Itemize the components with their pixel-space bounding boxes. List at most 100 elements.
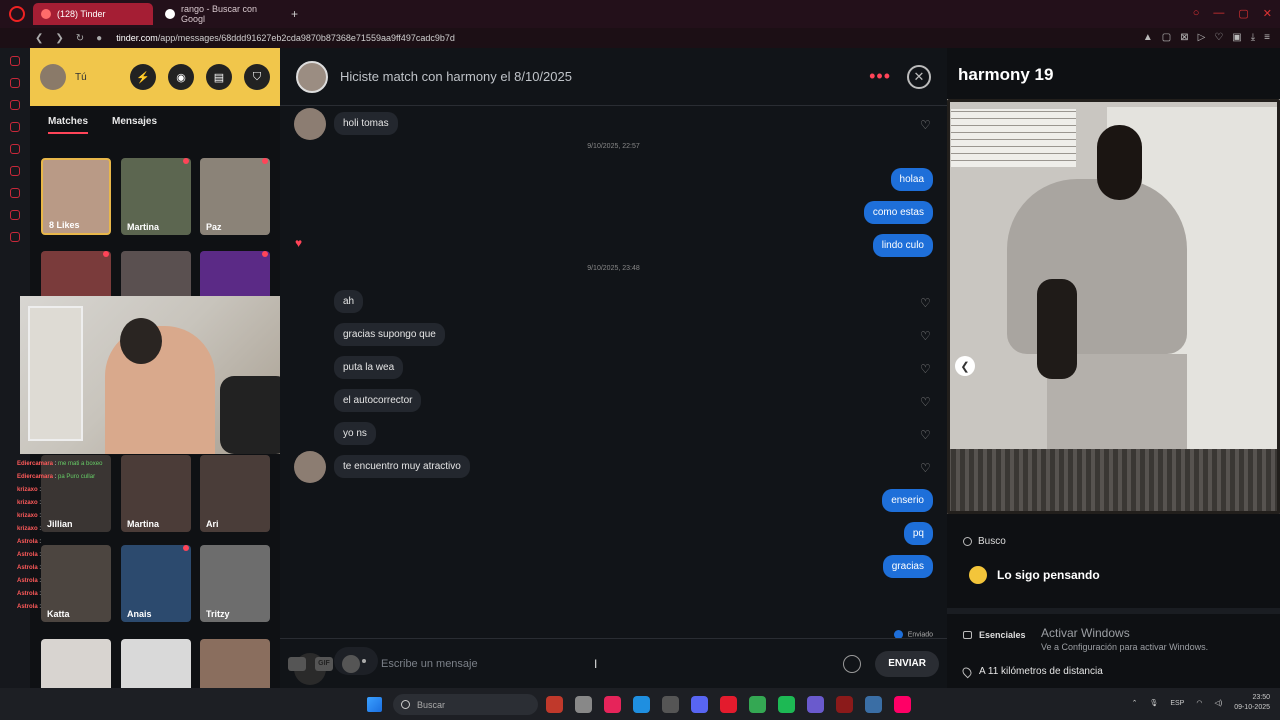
- spotify-icon[interactable]: [342, 654, 360, 673]
- received-message[interactable]: yo ns: [334, 422, 376, 445]
- store-icon[interactable]: [865, 696, 882, 713]
- sent-message[interactable]: gracias: [882, 555, 933, 578]
- match-card[interactable]: Anais: [121, 545, 191, 622]
- windows-start-icon[interactable]: [367, 697, 382, 712]
- instagram-icon[interactable]: [10, 122, 20, 132]
- match-card[interactable]: Paz: [200, 158, 270, 235]
- previous-photo-icon[interactable]: ❮: [955, 356, 975, 376]
- reload-icon[interactable]: ↻: [76, 33, 84, 44]
- taskbar-search[interactable]: Buscar: [393, 694, 538, 715]
- chat-line: Ediercamara : me mati a boxeo: [17, 461, 103, 467]
- sender-avatar[interactable]: [294, 451, 326, 483]
- received-message[interactable]: puta la wea: [334, 356, 404, 379]
- received-message[interactable]: te encuentro muy atractivo: [334, 455, 470, 478]
- spotify-icon[interactable]: [778, 696, 795, 713]
- like-heart-icon[interactable]: ♡: [920, 429, 932, 441]
- match-card[interactable]: Ari: [200, 455, 270, 532]
- match-card[interactable]: Tritzy: [200, 545, 270, 622]
- tab-tinder[interactable]: (128) Tinder: [33, 3, 153, 25]
- shopping-icon[interactable]: [10, 78, 20, 88]
- menu-icon[interactable]: ≡: [1264, 32, 1270, 43]
- shield-icon[interactable]: ⛉: [244, 64, 270, 90]
- close-icon[interactable]: ✕: [907, 64, 931, 89]
- extensions-icon[interactable]: [10, 210, 20, 220]
- explore-icon[interactable]: ◉: [168, 64, 194, 90]
- like-heart-icon[interactable]: ♡: [920, 462, 932, 474]
- wifi-icon[interactable]: ◠: [1196, 699, 1202, 707]
- sticker-icon[interactable]: [288, 656, 306, 671]
- search-tabs-icon[interactable]: ○: [1193, 7, 1200, 20]
- avatar[interactable]: [40, 64, 66, 90]
- messenger-icon[interactable]: [10, 100, 20, 110]
- like-heart-icon[interactable]: ♡: [920, 396, 932, 408]
- app-icon[interactable]: [546, 696, 563, 713]
- snapshot-icon[interactable]: ▢: [1162, 32, 1171, 43]
- like-heart-icon[interactable]: ♡: [920, 363, 932, 375]
- aria-icon[interactable]: [10, 56, 20, 66]
- sender-avatar[interactable]: [294, 108, 326, 140]
- obs-icon[interactable]: [807, 696, 824, 713]
- volume-icon[interactable]: ◁): [1214, 699, 1222, 707]
- player-icon[interactable]: [10, 166, 20, 176]
- clock[interactable]: 23:50 09-10-2025: [1234, 693, 1270, 713]
- language-indicator[interactable]: ESP: [1170, 700, 1184, 707]
- chatgpt-icon[interactable]: [575, 696, 592, 713]
- vpn-icon[interactable]: ⊠: [1180, 32, 1188, 43]
- url-field[interactable]: tinder.com/app/messages/68ddd91627eb2cda…: [116, 33, 455, 43]
- tiktok-icon[interactable]: [604, 696, 621, 713]
- chevron-up-icon[interactable]: ⌃: [1132, 699, 1138, 707]
- itunes-icon[interactable]: [894, 696, 911, 713]
- chrome-icon[interactable]: [749, 696, 766, 713]
- more-options-icon[interactable]: •••: [869, 66, 891, 87]
- received-message[interactable]: gracias supongo que: [334, 323, 445, 346]
- mic-icon[interactable]: 🎙: [1149, 699, 1158, 707]
- tab-matches[interactable]: Matches: [48, 116, 89, 134]
- sent-message[interactable]: lindo culo: [872, 234, 933, 257]
- sent-message[interactable]: pq: [903, 522, 933, 545]
- user-label[interactable]: Tú: [75, 72, 87, 83]
- tab-google-search[interactable]: rango - Buscar con Googl: [157, 3, 285, 25]
- address-bar: ❮ ❯ ↻ ● tinder.com/app/messages/68ddd916…: [0, 28, 1280, 48]
- opera-icon[interactable]: [720, 696, 737, 713]
- sent-message[interactable]: enserio: [882, 489, 933, 512]
- received-message[interactable]: holi tomas: [334, 112, 398, 135]
- emoji-icon[interactable]: [843, 654, 862, 673]
- briefcase-icon[interactable]: ▤: [206, 64, 232, 90]
- like-heart-icon[interactable]: ♡: [920, 297, 932, 309]
- steam-icon[interactable]: [662, 696, 679, 713]
- match-avatar[interactable]: [296, 60, 328, 93]
- send-button[interactable]: ENVIAR: [875, 650, 939, 677]
- match-card[interactable]: Martina: [121, 455, 191, 532]
- edge-icon[interactable]: [633, 696, 650, 713]
- maximize-icon[interactable]: ▢: [1238, 7, 1248, 20]
- received-message[interactable]: ah: [334, 290, 364, 313]
- wallet-icon[interactable]: ▣: [1232, 32, 1241, 43]
- tab-mensajes[interactable]: Mensajes: [112, 116, 157, 134]
- match-card[interactable]: 8 Likes: [41, 158, 111, 235]
- sent-message[interactable]: como estas: [863, 201, 933, 224]
- heart-bookmark-icon[interactable]: ♡: [1214, 32, 1223, 43]
- message-input[interactable]: Escribe un mensaje: [381, 658, 843, 670]
- minimize-icon[interactable]: —: [1213, 7, 1224, 20]
- new-tab-icon[interactable]: +: [291, 7, 298, 21]
- settings-icon[interactable]: [10, 232, 20, 242]
- like-heart-icon[interactable]: ♡: [920, 330, 932, 342]
- match-card[interactable]: Martina: [121, 158, 191, 235]
- play-icon[interactable]: ▷: [1198, 32, 1206, 43]
- pin-icon[interactable]: ▲: [1143, 32, 1153, 43]
- back-icon[interactable]: ❮: [35, 33, 43, 44]
- profile-photo[interactable]: ❮: [947, 99, 1280, 514]
- history-icon[interactable]: [10, 188, 20, 198]
- like-heart-icon[interactable]: ♡: [920, 119, 932, 131]
- close-window-icon[interactable]: ✕: [1263, 7, 1272, 20]
- download-icon[interactable]: ⤓: [1251, 32, 1255, 43]
- opera-logo-icon[interactable]: [9, 6, 25, 22]
- forward-icon[interactable]: ❯: [55, 33, 63, 44]
- discord-icon[interactable]: [691, 696, 708, 713]
- boost-icon[interactable]: ⚡: [130, 64, 156, 90]
- tiktok-icon[interactable]: [10, 144, 20, 154]
- app-icon[interactable]: [836, 696, 853, 713]
- received-message[interactable]: el autocorrector: [334, 389, 422, 412]
- gif-button[interactable]: GIF: [315, 656, 333, 671]
- sent-message[interactable]: holaa: [890, 168, 933, 191]
